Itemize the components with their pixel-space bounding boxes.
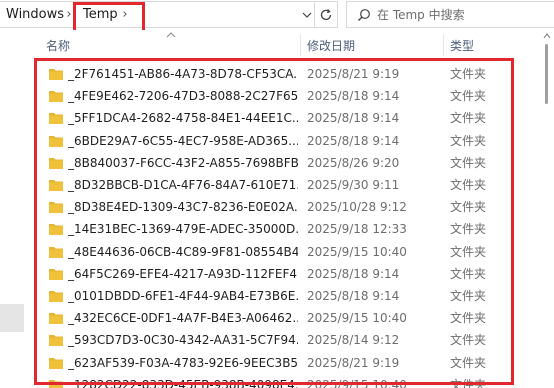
file-modified-date: 2025/8/26 9:20 xyxy=(307,155,400,170)
file-name: _432EC6CE-0DF1-4A7F-B4E3-A06462... xyxy=(68,311,298,326)
file-type: 文件夹 xyxy=(450,200,487,215)
address-bar[interactable]: Windows › Temp › xyxy=(0,1,315,35)
file-row[interactable]: _1282CD22-833D-45EB-938B-4098E4... 2025/9… xyxy=(30,374,540,388)
column-divider[interactable] xyxy=(443,34,444,56)
scrollbar-thumb[interactable] xyxy=(545,44,548,104)
file-name: _4FE9E462-7206-47D3-8088-2C27F65... xyxy=(68,89,298,104)
file-row[interactable]: _14E31BEC-1369-479E-ADEC-35000D... 2025/9… xyxy=(30,218,540,240)
file-name: _8D38E4ED-1309-43C7-8236-E0E02A... xyxy=(68,200,298,215)
file-row[interactable]: _2F761451-AB86-4A73-8D78-CF53CA... 2025/8… xyxy=(30,63,540,85)
file-type: 文件夹 xyxy=(450,89,487,104)
file-modified-date: 2025/10/28 9:12 xyxy=(307,200,407,215)
file-list[interactable]: _2F761451-AB86-4A73-8D78-CF53CA... 2025/8… xyxy=(30,60,540,388)
search-icon xyxy=(358,9,370,21)
scroll-up-icon[interactable] xyxy=(543,32,551,40)
file-row[interactable]: _8D38E4ED-1309-43C7-8236-E0E02A... 2025/1… xyxy=(30,196,540,218)
folder-icon xyxy=(49,157,63,169)
file-row[interactable]: _5FF1DCA4-2682-4758-84E1-44EE1C... 2025/8… xyxy=(30,107,540,129)
breadcrumb-windows[interactable]: Windows xyxy=(6,6,64,24)
search-input[interactable] xyxy=(377,4,547,25)
column-name[interactable]: 名称 xyxy=(46,38,70,54)
file-row[interactable]: _432EC6CE-0DF1-4A7F-B4E3-A06462... 2025/9… xyxy=(30,307,540,329)
column-divider[interactable] xyxy=(300,34,301,56)
refresh-button[interactable] xyxy=(315,1,338,28)
toolbar: Windows › Temp › xyxy=(0,0,554,35)
file-row[interactable]: _623AF539-F03A-4783-92E6-9EEC3B5... 2025/… xyxy=(30,352,540,374)
file-type: 文件夹 xyxy=(450,289,487,303)
file-type: 文件夹 xyxy=(450,155,487,170)
file-modified-date: 2025/9/15 10:40 xyxy=(307,311,407,326)
file-modified-date: 2025/8/21 9:19 xyxy=(307,67,400,81)
file-modified-date: 2025/8/18 9:14 xyxy=(307,133,400,148)
file-row[interactable]: _8D32BBCB-D1CA-4F76-84A7-610E71... 2025/9… xyxy=(30,174,540,196)
folder-icon xyxy=(49,91,63,103)
file-name: _623AF539-F03A-4783-92E6-9EEC3B5... xyxy=(68,355,298,370)
file-type: 文件夹 xyxy=(450,266,487,281)
file-row[interactable]: _6BDE29A7-6C55-4EC7-958E-AD365... 2025/8/… xyxy=(30,130,540,152)
file-row[interactable]: _4FE9E462-7206-47D3-8088-2C27F65... 2025/… xyxy=(30,85,540,107)
file-modified-date: 2025/8/18 9:14 xyxy=(307,111,400,126)
column-header: 名称 修改日期 类型 xyxy=(30,30,554,60)
file-modified-date: 2025/9/30 9:11 xyxy=(307,178,400,192)
file-name: _0101DBDD-6FE1-4F44-9AB4-E73B6E... xyxy=(68,289,298,303)
file-type: 文件夹 xyxy=(450,333,487,348)
vertical-scrollbar[interactable] xyxy=(540,30,554,388)
file-modified-date: 2025/8/21 9:19 xyxy=(307,355,400,370)
file-name: _2F761451-AB86-4A73-8D78-CF53CA... xyxy=(68,67,298,81)
column-type[interactable]: 类型 xyxy=(450,38,474,54)
file-row[interactable]: _0101DBDD-6FE1-4F44-9AB4-E73B6E... 2025/8… xyxy=(30,285,540,307)
search-box[interactable] xyxy=(346,1,554,28)
file-type: 文件夹 xyxy=(450,311,487,326)
file-type: 文件夹 xyxy=(450,244,487,259)
folder-icon xyxy=(49,335,63,347)
file-name: _5FF1DCA4-2682-4758-84E1-44EE1C... xyxy=(68,111,298,126)
file-row[interactable]: _64F5C269-EFE4-4217-A93D-112FEF4... 2025/… xyxy=(30,263,540,285)
navigation-pane[interactable] xyxy=(0,30,30,388)
file-modified-date: 2025/8/14 9:12 xyxy=(307,333,400,348)
file-name: _14E31BEC-1369-479E-ADEC-35000D... xyxy=(68,222,298,237)
file-name: _8B840037-F6CC-43F2-A855-7698BFB... xyxy=(68,155,298,170)
file-name: _64F5C269-EFE4-4217-A93D-112FEF4... xyxy=(68,266,298,281)
file-modified-date: 2025/8/18 9:14 xyxy=(307,89,400,104)
file-type: 文件夹 xyxy=(450,355,487,370)
folder-icon xyxy=(49,313,63,325)
file-type: 文件夹 xyxy=(450,222,487,237)
file-type: 文件夹 xyxy=(450,377,487,388)
folder-icon xyxy=(49,291,63,302)
refresh-icon xyxy=(320,8,332,20)
folder-icon xyxy=(49,113,63,125)
file-name: _6BDE29A7-6C55-4EC7-958E-AD365... xyxy=(68,133,298,148)
file-name: _48E44636-06CB-4C89-9F81-08554B4... xyxy=(68,244,298,259)
folder-icon xyxy=(49,379,63,388)
file-modified-date: 2025/9/15 10:40 xyxy=(307,244,407,259)
file-row[interactable]: _593CD7D3-0C30-4342-AA31-5C7F94... 2025/8… xyxy=(30,329,540,351)
file-type: 文件夹 xyxy=(450,67,487,81)
file-modified-date: 2025/8/18 9:14 xyxy=(307,289,400,303)
folder-icon xyxy=(49,69,63,80)
file-name: _1282CD22-833D-45EB-938B-4098E4... xyxy=(68,377,298,388)
folder-icon xyxy=(49,224,63,236)
file-modified-date: 2025/9/18 12:33 xyxy=(307,222,407,237)
file-modified-date: 2025/9/15 10:40 xyxy=(307,377,407,388)
file-type: 文件夹 xyxy=(450,178,487,192)
file-modified-date: 2025/8/18 9:14 xyxy=(307,266,400,281)
folder-icon xyxy=(49,268,63,280)
file-row[interactable]: _8B840037-F6CC-43F2-A855-7698BFB... 2025/… xyxy=(30,152,540,174)
nav-selected-item[interactable] xyxy=(0,304,24,332)
column-date[interactable]: 修改日期 xyxy=(307,38,355,54)
file-row[interactable]: _48E44636-06CB-4C89-9F81-08554B4... 2025/… xyxy=(30,241,540,263)
folder-icon xyxy=(49,135,63,147)
folder-icon xyxy=(49,202,63,214)
file-name: _8D32BBCB-D1CA-4F76-84A7-610E71... xyxy=(68,178,298,192)
file-name: _593CD7D3-0C30-4342-AA31-5C7F94... xyxy=(68,333,298,348)
folder-icon xyxy=(49,180,63,191)
sort-ascending-icon xyxy=(166,32,176,38)
folder-icon xyxy=(49,357,63,369)
folder-icon xyxy=(49,246,63,258)
file-type: 文件夹 xyxy=(450,111,487,126)
chevron-down-icon[interactable] xyxy=(301,7,313,23)
file-type: 文件夹 xyxy=(450,133,487,148)
